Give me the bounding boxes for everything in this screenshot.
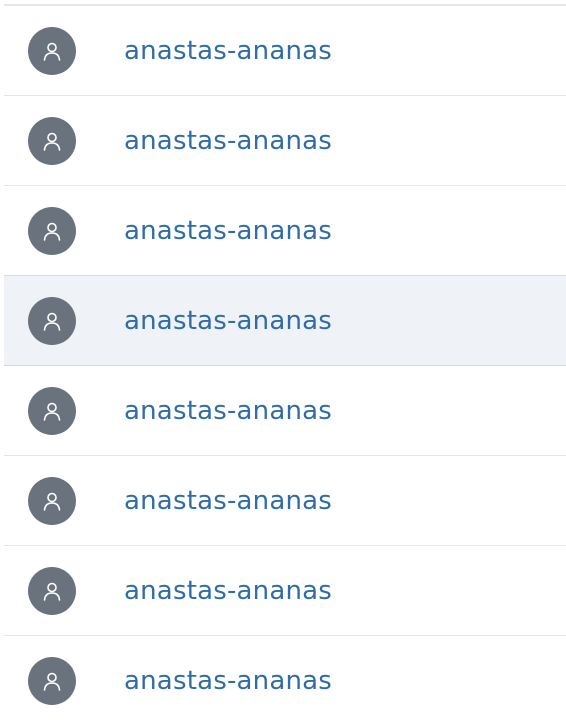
list-item[interactable]: anastas-ananas [4,275,566,366]
person-icon [43,42,61,61]
user-link[interactable]: anastas-ananas [124,486,332,516]
person-icon [43,312,61,331]
user-link[interactable]: anastas-ananas [124,36,332,66]
user-link[interactable]: anastas-ananas [124,126,332,156]
list-item[interactable]: anastas-ananas [4,96,566,186]
person-icon [43,222,61,241]
list-item[interactable]: anastas-ananas [4,546,566,636]
list-item[interactable]: anastas-ananas [4,186,566,276]
user-link[interactable]: anastas-ananas [124,216,332,246]
list-item[interactable]: anastas-ananas [4,456,566,546]
avatar[interactable] [28,206,76,255]
list-item[interactable]: anastas-ananas [4,6,566,96]
user-list: anastas-ananas anastas-ananas anastas-an… [4,4,566,725]
person-icon [43,402,61,421]
user-link[interactable]: anastas-ananas [124,576,332,606]
person-icon [43,132,61,151]
person-icon [43,582,61,601]
user-link[interactable]: anastas-ananas [124,396,332,426]
list-item[interactable]: anastas-ananas [4,366,566,456]
avatar[interactable] [28,26,76,75]
avatar[interactable] [28,476,76,525]
avatar[interactable] [28,296,76,345]
avatar[interactable] [28,116,76,165]
user-link[interactable]: anastas-ananas [124,666,332,696]
person-icon [43,672,61,691]
avatar[interactable] [28,566,76,615]
list-item[interactable]: anastas-ananas [4,636,566,725]
user-link[interactable]: anastas-ananas [124,306,332,336]
person-icon [43,492,61,511]
avatar[interactable] [28,656,76,705]
avatar[interactable] [28,386,76,435]
